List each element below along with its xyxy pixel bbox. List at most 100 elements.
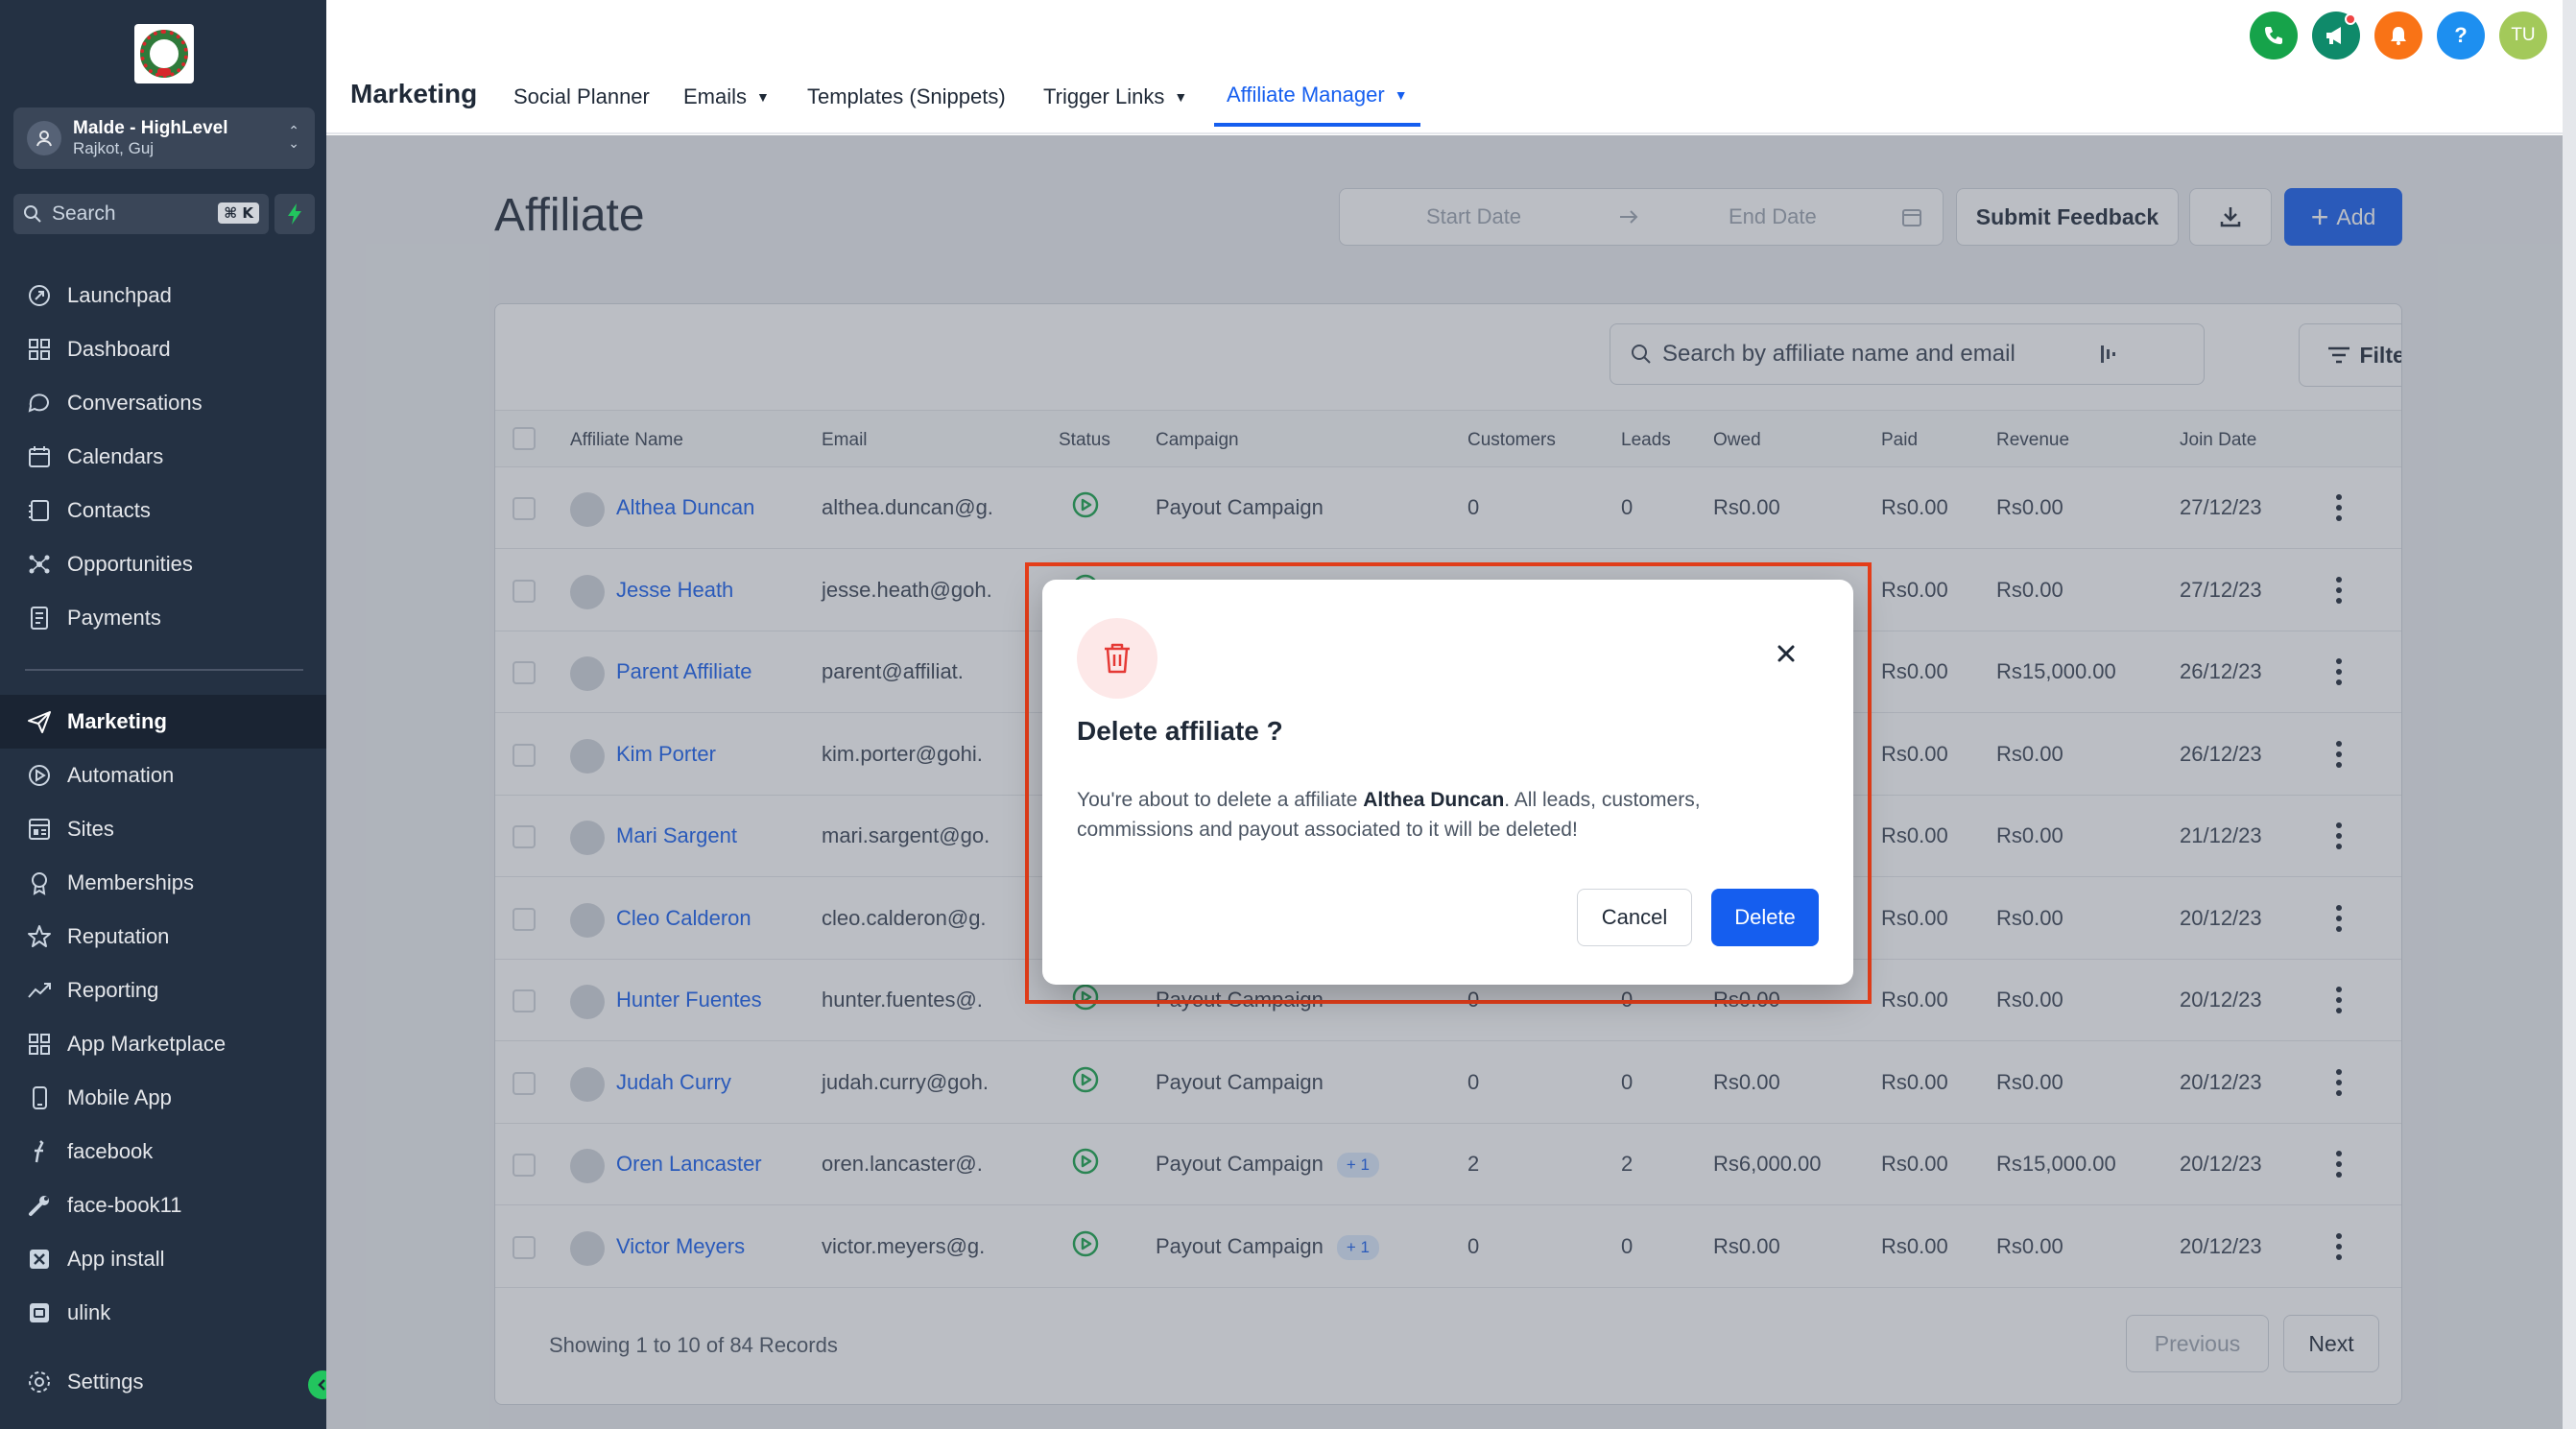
company-logo[interactable]	[134, 24, 194, 83]
sidebar-item-label: App Marketplace	[67, 1032, 227, 1056]
sidebar-item-label: Dashboard	[67, 337, 171, 361]
tab-label: Templates (Snippets)	[807, 84, 1006, 108]
sidebar-item-label: Automation	[67, 763, 175, 787]
bell-icon	[2391, 27, 2406, 45]
dialog-title: Delete affiliate ?	[1077, 716, 1283, 746]
sidebar-item-label: Mobile App	[67, 1085, 172, 1109]
sidebar-item-app-install[interactable]: App install	[0, 1232, 326, 1286]
tab-affiliate-manager[interactable]: Affiliate Manager ▼	[1227, 83, 1408, 107]
search-icon	[24, 205, 41, 223]
tab-trigger-links[interactable]: Trigger Links ▼	[1043, 84, 1187, 109]
message-affiliate-name: Althea Duncan	[1363, 789, 1505, 811]
sidebar-nav-footer: Settings	[0, 1355, 326, 1409]
link-box-icon	[30, 1303, 49, 1322]
chevron-down-icon: ▼	[1394, 87, 1408, 103]
opportunities-icon	[29, 555, 50, 574]
notification-dot	[2345, 13, 2356, 25]
sidebar-item-memberships[interactable]: Memberships	[0, 856, 326, 910]
memberships-icon	[32, 872, 47, 895]
delete-affiliate-dialog: Delete affiliate ? You're about to delet…	[1042, 580, 1853, 985]
sidebar-item-conversations[interactable]: Conversations	[0, 376, 326, 430]
account-location: Rajkot, Guj	[73, 139, 155, 157]
sidebar-item-ulink[interactable]: ulink	[0, 1286, 326, 1340]
tab-label: Social Planner	[513, 84, 650, 108]
tab-templates[interactable]: Templates (Snippets)	[807, 84, 1006, 109]
sidebar-item-reputation[interactable]: Reputation	[0, 910, 326, 964]
star-icon	[28, 925, 51, 947]
sidebar-item-label: Contacts	[67, 498, 151, 522]
tab-social-planner[interactable]: Social Planner	[513, 84, 650, 109]
button-label: Delete	[1734, 905, 1796, 929]
sidebar-item-sites[interactable]: Sites	[0, 802, 326, 856]
user-icon	[27, 121, 61, 155]
grid-icon	[29, 1034, 50, 1055]
avatar-initials: TU	[2511, 25, 2536, 45]
sidebar-item-label: Conversations	[67, 391, 203, 415]
sidebar-item-label: Settings	[67, 1369, 144, 1393]
delete-button[interactable]: Delete	[1711, 889, 1819, 946]
sidebar-item-contacts[interactable]: Contacts	[0, 484, 326, 537]
sidebar-search[interactable]: Search ⌘ K	[13, 194, 269, 234]
facebook-icon	[35, 1140, 44, 1163]
contacts-icon	[29, 500, 49, 521]
sidebar-item-label: Reporting	[67, 978, 159, 1002]
sidebar-item-facebook[interactable]: facebook	[0, 1125, 326, 1179]
close-icon	[1777, 645, 1795, 662]
sidebar-item-dashboard[interactable]: Dashboard	[0, 322, 326, 376]
send-icon	[28, 711, 51, 733]
payments-icon	[31, 607, 48, 630]
wreath-icon	[140, 30, 188, 78]
sidebar-divider	[25, 669, 303, 671]
help-button[interactable]: ?	[2437, 12, 2485, 60]
megaphone-icon	[2326, 27, 2341, 44]
sidebar-item-reporting[interactable]: Reporting	[0, 964, 326, 1017]
search-label: Search	[52, 202, 116, 225]
button-label: Cancel	[1601, 905, 1668, 929]
section-title: Marketing	[350, 79, 478, 108]
announcements-button[interactable]	[2312, 12, 2360, 60]
chevron-down-icon: ▼	[1174, 89, 1188, 105]
launchpad-icon	[29, 285, 50, 306]
sidebar-item-face-book11[interactable]: face-book11	[0, 1179, 326, 1232]
sidebar-item-label: Calendars	[67, 444, 164, 468]
trash-icon	[1105, 643, 1130, 674]
sidebar-item-label: App install	[67, 1247, 165, 1271]
sidebar-item-opportunities[interactable]: Opportunities	[0, 537, 326, 591]
sidebar-item-label: Sites	[67, 817, 114, 841]
sidebar-item-calendars[interactable]: Calendars	[0, 430, 326, 484]
sidebar-item-label: Launchpad	[67, 283, 172, 307]
notifications-button[interactable]	[2374, 12, 2422, 60]
account-name: Malde - HighLevel	[73, 118, 228, 138]
sidebar-item-marketing[interactable]: Marketing	[0, 695, 326, 749]
sidebar-item-label: ulink	[67, 1300, 111, 1324]
sidebar-item-label: Payments	[67, 606, 161, 630]
sidebar-item-payments[interactable]: Payments	[0, 591, 326, 645]
sidebar-nav-secondary: Marketing Automation Sites Memberships R…	[0, 695, 326, 1340]
header-actions: ? TU	[2250, 12, 2547, 60]
quick-action-button[interactable]	[274, 194, 315, 234]
sidebar-item-automation[interactable]: Automation	[0, 749, 326, 802]
mobile-icon	[33, 1086, 47, 1109]
scrollbar-track[interactable]	[2563, 0, 2576, 1429]
tab-emails[interactable]: Emails ▼	[683, 84, 770, 109]
close-dialog-button[interactable]	[1772, 639, 1801, 668]
tab-label: Emails	[683, 84, 748, 108]
sidebar-item-launchpad[interactable]: Launchpad	[0, 269, 326, 322]
cancel-button[interactable]: Cancel	[1577, 889, 1692, 946]
wrench-icon	[29, 1196, 49, 1216]
message-prefix: You're about to delete a affiliate	[1077, 789, 1364, 811]
tab-label: Affiliate Manager	[1227, 83, 1385, 107]
user-avatar[interactable]: TU	[2499, 12, 2547, 60]
chevron-down-icon: ▼	[756, 89, 770, 105]
sites-icon	[29, 819, 50, 840]
x-box-icon	[30, 1250, 49, 1269]
sidebar-item-app-marketplace[interactable]: App Marketplace	[0, 1017, 326, 1071]
sidebar-item-mobile-app[interactable]: Mobile App	[0, 1071, 326, 1125]
sidebar-item-settings[interactable]: Settings	[0, 1355, 326, 1409]
account-switcher[interactable]: Malde - HighLevel Rajkot, Guj ⌃ ⌄	[13, 107, 315, 169]
help-icon: ?	[2454, 23, 2468, 47]
phone-button[interactable]	[2250, 12, 2298, 60]
dialog-message: You're about to delete a affiliate Althe…	[1077, 785, 1787, 845]
sidebar-item-label: face-book11	[67, 1193, 182, 1217]
trash-icon-badge	[1077, 618, 1157, 699]
